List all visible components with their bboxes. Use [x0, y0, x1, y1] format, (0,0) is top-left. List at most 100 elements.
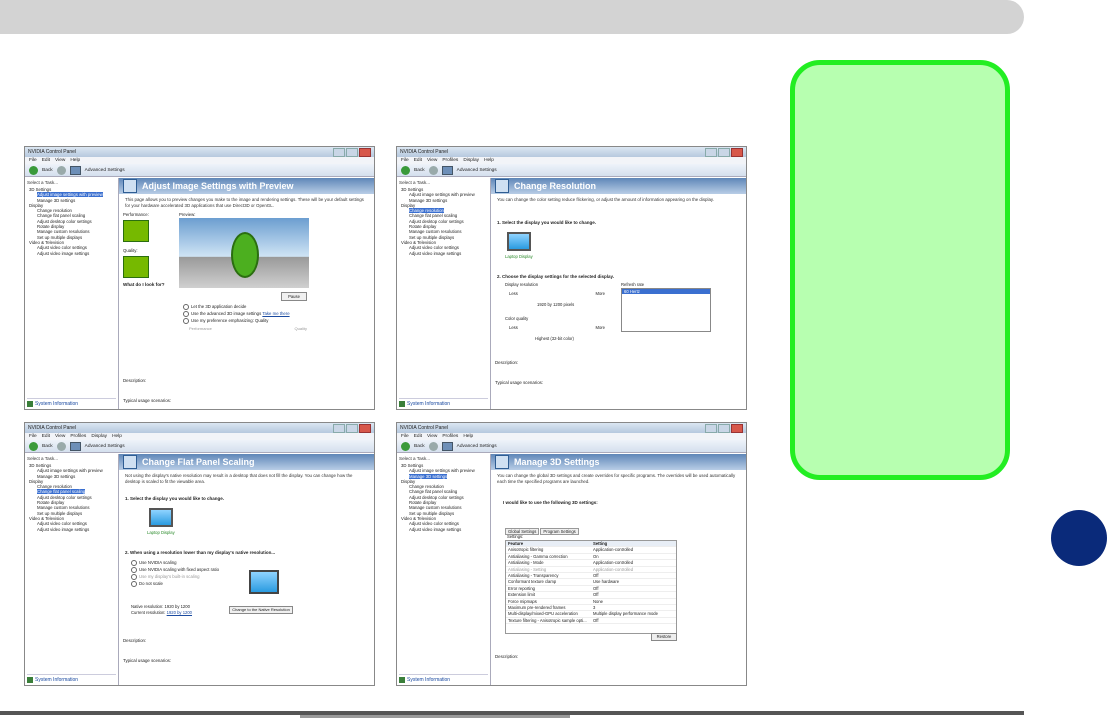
option-nvidia-scaling[interactable]: Use NVIDIA scaling	[131, 560, 177, 566]
page-header: Adjust Image Settings with Preview	[119, 178, 374, 194]
close-button[interactable]	[731, 147, 743, 157]
advanced-settings-button[interactable]: Advanced Settings	[457, 168, 497, 173]
forward-arrow-icon[interactable]	[56, 165, 66, 175]
color-quality-label: Color quality	[505, 316, 529, 321]
advanced-settings-button[interactable]: Advanced Settings	[85, 444, 125, 449]
view-icon[interactable]	[441, 441, 453, 451]
menu-edit[interactable]: Edit	[42, 434, 50, 439]
refresh-rate-list[interactable]: 60 Hertz	[621, 288, 711, 332]
view-icon[interactable]	[441, 165, 453, 175]
minimize-button[interactable]	[705, 423, 717, 433]
option-fixed-aspect[interactable]: Use NVIDIA scaling with fixed aspect rat…	[131, 567, 219, 573]
forward-arrow-icon[interactable]	[56, 441, 66, 451]
back-arrow-icon[interactable]	[29, 441, 38, 451]
system-information-link[interactable]: System Information	[27, 674, 116, 683]
view-icon[interactable]	[69, 165, 81, 175]
page-header: Change Resolution	[491, 178, 746, 194]
menu-file[interactable]: File	[29, 158, 37, 163]
back-arrow-icon[interactable]	[401, 165, 410, 175]
minimize-button[interactable]	[333, 423, 345, 433]
option-let-app-decide[interactable]: Let the 3D application decide	[183, 304, 246, 310]
quality-slider[interactable]: Performance Quality	[189, 326, 307, 331]
current-resolution-link[interactable]: 1920 by 1200	[167, 610, 192, 615]
minimize-button[interactable]	[705, 147, 717, 157]
back-arrow-icon[interactable]	[401, 441, 410, 451]
option-my-preference[interactable]: Use my preference emphasizing: Quality	[183, 318, 268, 324]
pause-button[interactable]: Pause	[281, 292, 307, 301]
nvidia-window-image-settings: NVIDIA Control Panel File Edit View Help…	[24, 146, 375, 410]
task-label: Select a Task...	[27, 180, 59, 185]
menu-help[interactable]: Help	[484, 158, 494, 163]
menu-edit[interactable]: Edit	[414, 158, 422, 163]
maximize-button[interactable]	[346, 147, 358, 157]
content-pane: Change Resolution You can change the col…	[491, 178, 746, 409]
laptop-display-icon[interactable]	[507, 232, 531, 251]
maximize-button[interactable]	[718, 147, 730, 157]
tree-item-video-image[interactable]: Adjust video image settings	[27, 527, 116, 532]
close-button[interactable]	[359, 423, 371, 433]
color-quality-value: Highest (32-bit color)	[535, 336, 574, 341]
maximize-button[interactable]	[346, 423, 358, 433]
menu-help[interactable]: Help	[463, 434, 473, 439]
option-do-not-scale[interactable]: Do not scale	[131, 581, 163, 587]
back-button[interactable]: Back	[42, 444, 53, 449]
system-information-link[interactable]: System Information	[399, 674, 488, 683]
menu-help[interactable]: Help	[112, 434, 122, 439]
option-display-scaling[interactable]: Use my display's built-in scaling	[131, 574, 200, 580]
option-advanced-3d[interactable]: Use the advanced 3D image settings Take …	[183, 311, 290, 317]
back-button[interactable]: Back	[414, 168, 425, 173]
back-button[interactable]: Back	[42, 168, 53, 173]
menu-view[interactable]: View	[427, 434, 437, 439]
advanced-settings-button[interactable]: Advanced Settings	[457, 444, 497, 449]
preview-image	[179, 218, 309, 288]
forward-arrow-icon[interactable]	[428, 165, 438, 175]
typical-usage-label: Typical usage scenarios:	[123, 398, 172, 403]
advanced-settings-button[interactable]: Advanced Settings	[85, 168, 125, 173]
back-arrow-icon[interactable]	[29, 165, 38, 175]
tab-program-settings[interactable]: Program Settings	[540, 528, 579, 535]
menu-profiles[interactable]: Profiles	[442, 158, 458, 163]
system-information-link[interactable]: System Information	[27, 398, 116, 407]
menu-help[interactable]: Help	[70, 158, 80, 163]
table-row[interactable]: Texture filtering - Anisotropic sample o…	[506, 618, 676, 625]
change-native-resolution-button[interactable]: Change to the Native Resolution	[229, 606, 293, 614]
menu-view[interactable]: View	[55, 434, 65, 439]
maximize-button[interactable]	[718, 423, 730, 433]
title-bar: NVIDIA Control Panel	[25, 423, 374, 433]
menu-edit[interactable]: Edit	[42, 158, 50, 163]
laptop-display-icon[interactable]	[149, 508, 173, 527]
toolbar: Back Advanced Settings	[397, 440, 746, 453]
forward-arrow-icon[interactable]	[428, 441, 438, 451]
restore-button[interactable]: Restore	[651, 633, 677, 641]
tree-item-video-image[interactable]: Adjust video image settings	[27, 251, 116, 256]
menu-display[interactable]: Display	[91, 434, 107, 439]
menu-file[interactable]: File	[401, 158, 409, 163]
close-button[interactable]	[359, 147, 371, 157]
menu-display[interactable]: Display	[463, 158, 479, 163]
menu-view[interactable]: View	[55, 158, 65, 163]
color-quality-slider[interactable]: Less More	[509, 325, 605, 330]
menu-profiles[interactable]: Profiles	[442, 434, 458, 439]
minimize-button[interactable]	[333, 147, 345, 157]
view-icon[interactable]	[69, 441, 81, 451]
menu-edit[interactable]: Edit	[414, 434, 422, 439]
resolution-slider[interactable]: Less More	[509, 291, 605, 296]
menu-file[interactable]: File	[29, 434, 37, 439]
take-me-there-link[interactable]: Take me there	[262, 311, 289, 316]
typical-usage-label: Typical usage scenarios:	[495, 380, 544, 385]
refresh-rate-selected[interactable]: 60 Hertz	[622, 289, 710, 294]
menu-profiles[interactable]: Profiles	[70, 434, 86, 439]
menu-view[interactable]: View	[427, 158, 437, 163]
page-description: Not using the display's native resolutio…	[125, 473, 353, 484]
title-bar: NVIDIA Control Panel	[397, 147, 746, 157]
tree-item-adjust-image[interactable]: Adjust image settings with preview	[399, 468, 488, 473]
back-button[interactable]: Back	[414, 444, 425, 449]
tree-item-video-image[interactable]: Adjust video image settings	[399, 527, 488, 532]
system-information-link[interactable]: System Information	[399, 398, 488, 407]
description-label: Description:	[495, 360, 519, 365]
page-header-bar	[0, 0, 1024, 34]
close-button[interactable]	[731, 423, 743, 433]
tree-item-video-image[interactable]: Adjust video image settings	[399, 251, 488, 256]
window-title: NVIDIA Control Panel	[28, 425, 77, 431]
menu-file[interactable]: File	[401, 434, 409, 439]
